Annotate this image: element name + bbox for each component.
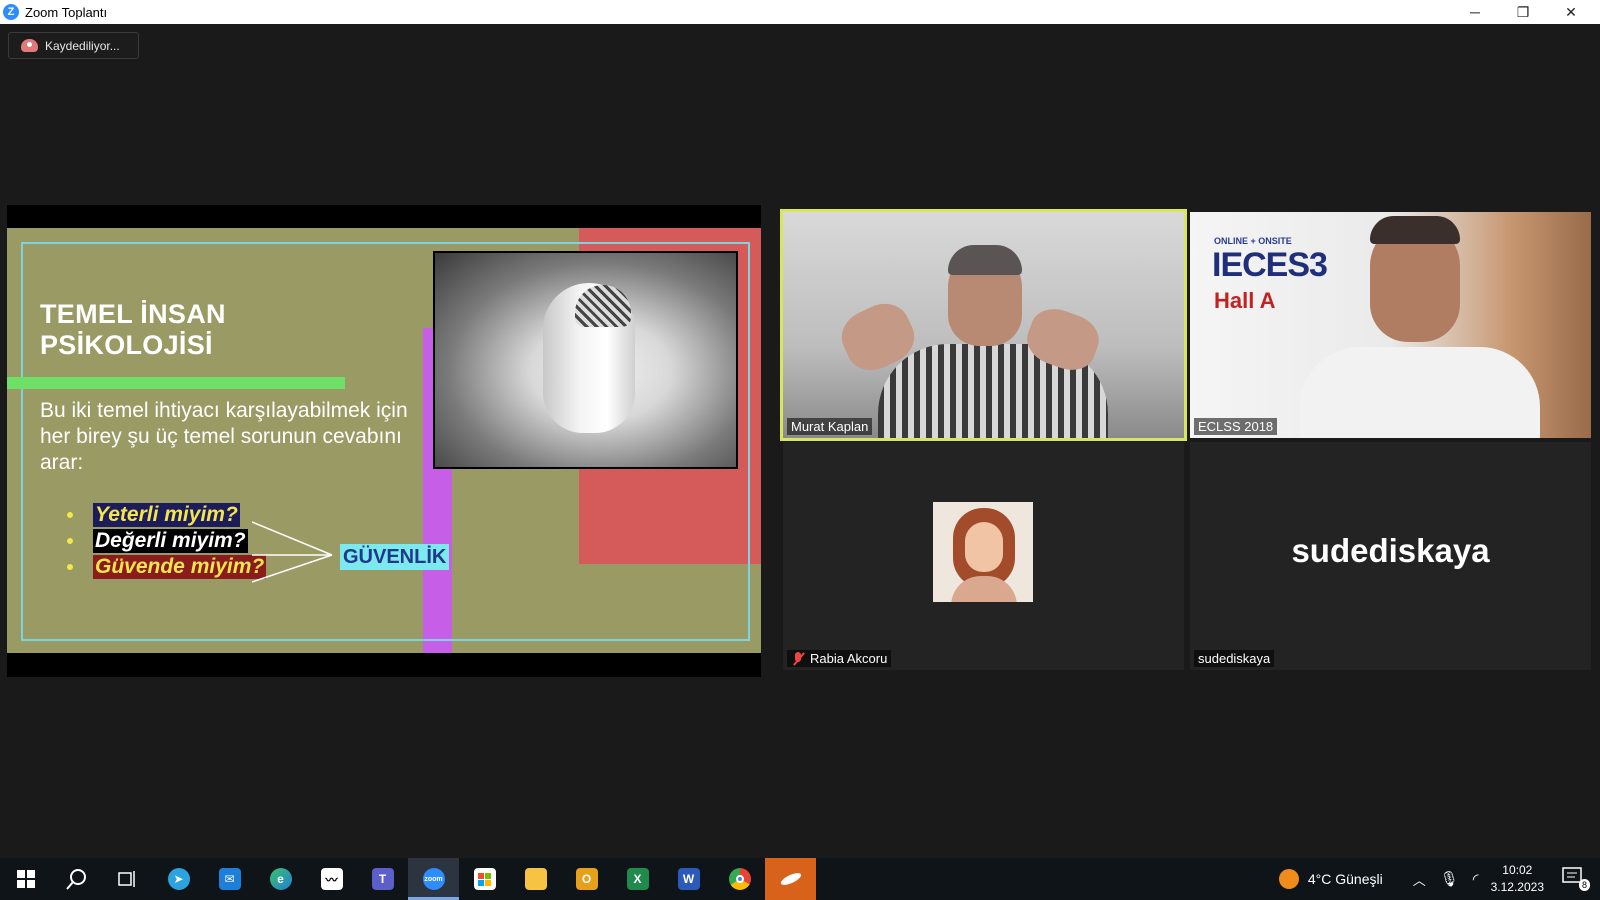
window-title: Zoom Toplantı <box>25 4 108 20</box>
arrows-icon <box>252 521 333 583</box>
explorer-button[interactable] <box>510 858 561 900</box>
telegram-icon: ➤ <box>167 868 190 890</box>
presentation-slide: TEMEL İNSAN PSİKOLOJİSİ Bu iki temel iht… <box>7 228 761 653</box>
task-view-button[interactable] <box>102 858 153 900</box>
mail-icon: ✉ <box>218 868 241 890</box>
mic-muted-icon <box>791 651 805 666</box>
question-3: Güvende miyim? <box>93 555 267 579</box>
slide-green-line <box>7 377 345 389</box>
folder-icon <box>524 868 547 890</box>
participant-name-text: Rabia Akcoru <box>810 651 888 666</box>
participant-tile-rabia[interactable]: Rabia Akcoru <box>783 442 1184 670</box>
stocks-button[interactable]: 〰 <box>306 858 357 900</box>
edge-button[interactable]: e <box>255 858 306 900</box>
weather-text[interactable]: 4°C Güneşli <box>1308 871 1383 887</box>
search-button[interactable] <box>51 858 102 900</box>
zoom-icon: zoom <box>422 868 445 890</box>
avatar-body <box>951 576 1017 602</box>
question-1: Yeterli miyim? <box>93 503 240 527</box>
system-tray: 4°C Güneşli ︿ 🎙 ◜ 10:02 3.12.2023 8 <box>1278 858 1600 900</box>
clock-date: 3.12.2023 <box>1490 880 1544 894</box>
notification-count: 8 <box>1578 879 1590 891</box>
participant-name-text: sudediskaya <box>1198 651 1271 666</box>
shared-screen[interactable]: TEMEL İNSAN PSİKOLOJİSİ Bu iki temel iht… <box>7 205 761 677</box>
participant-name: Rabia Akcoru <box>787 650 892 667</box>
task-view-icon <box>117 871 135 887</box>
participant-name-text: ECLSS 2018 <box>1198 419 1274 434</box>
list-item: Değerli miyim? <box>67 528 266 554</box>
clock[interactable]: 10:02 3.12.2023 <box>1491 862 1544 896</box>
chrome-icon <box>728 868 751 890</box>
participant-display-name: sudediskaya <box>1291 532 1490 569</box>
video-shirt <box>1300 347 1540 438</box>
notifications-button[interactable]: 8 <box>1562 867 1590 891</box>
teams-button[interactable]: T <box>357 858 408 900</box>
title-bar: Z Zoom Toplantı ─ ❐ ✕ <box>0 0 1600 24</box>
slide-body-text: Bu iki temel ihtiyacı karşılayabilmek iç… <box>40 399 408 474</box>
slide-question-list: Yeterli miyim? Değerli miyim? Güvende mi… <box>67 502 267 580</box>
slide-brain-image <box>433 251 738 469</box>
question-2: Değerli miyim? <box>93 529 248 553</box>
chevron-up-icon[interactable]: ︿ <box>1413 870 1426 889</box>
avatar <box>933 502 1033 602</box>
list-item: Güvende miyim? <box>67 554 267 580</box>
maximize-button[interactable]: ❐ <box>1500 0 1546 24</box>
weather-sun-icon <box>1278 869 1299 889</box>
slide-answer-label: GÜVENLİK <box>340 544 450 570</box>
zoom-button[interactable]: zoom <box>408 858 459 900</box>
bullet-icon <box>67 512 73 518</box>
wifi-icon[interactable]: ◜ <box>1473 870 1479 888</box>
participant-name: sudediskaya <box>1194 650 1275 667</box>
windows-icon <box>16 870 35 888</box>
recording-badge[interactable]: Kaydediliyor... <box>8 32 139 59</box>
minimize-button[interactable]: ─ <box>1452 0 1498 24</box>
slide-heading-line1: TEMEL İNSAN <box>40 299 226 329</box>
outlook-button[interactable]: O <box>561 858 612 900</box>
cloud-record-icon <box>21 39 38 52</box>
feather-icon <box>778 868 803 890</box>
word-button[interactable]: W <box>663 858 714 900</box>
recording-label: Kaydediliyor... <box>45 38 120 53</box>
list-item: Yeterli miyim? <box>67 502 266 528</box>
participant-name: ECLSS 2018 <box>1194 418 1278 435</box>
telegram-button[interactable]: ➤ <box>153 858 204 900</box>
app-orange-button[interactable] <box>765 858 816 900</box>
brain-map <box>575 285 631 327</box>
outlook-icon: O <box>575 868 598 890</box>
poster-title: IECES3 <box>1212 246 1328 284</box>
avatar-face <box>965 522 1003 572</box>
taskbar: ➤ ✉ e 〰 T zoom O X W 4°C Güneşli ︿ 🎙 ◜ 1… <box>0 858 1600 900</box>
participant-tile-sudediskaya[interactable]: sudediskaya sudediskaya <box>1190 442 1591 670</box>
teams-icon: T <box>371 868 394 890</box>
word-icon: W <box>677 868 700 890</box>
poster-hall: Hall A <box>1214 288 1276 313</box>
participant-name-text: Murat Kaplan <box>791 419 869 434</box>
participant-name: Murat Kaplan <box>787 418 873 435</box>
bullet-icon <box>67 538 73 544</box>
store-button[interactable] <box>459 858 510 900</box>
close-button[interactable]: ✕ <box>1548 0 1594 24</box>
poster-subtitle: ONLINE + ONSITE <box>1214 236 1292 246</box>
microphone-icon[interactable]: 🎙 <box>1440 870 1459 888</box>
video-hair <box>1370 216 1460 244</box>
edge-icon: e <box>269 868 292 890</box>
slide-heading-line2: PSİKOLOJİSİ <box>40 330 213 360</box>
video-hair <box>948 245 1022 275</box>
mail-button[interactable]: ✉ <box>204 858 255 900</box>
search-icon <box>65 869 86 890</box>
participant-tile-eclss[interactable]: ONLINE + ONSITE IECES3 Hall A ECLSS 2018 <box>1190 212 1591 438</box>
clock-time: 10:02 <box>1502 863 1533 877</box>
slide-heading: TEMEL İNSAN PSİKOLOJİSİ <box>40 299 226 361</box>
excel-icon: X <box>626 868 649 890</box>
stocks-icon: 〰 <box>320 868 343 890</box>
store-icon <box>473 868 496 890</box>
excel-button[interactable]: X <box>612 858 663 900</box>
chrome-button[interactable] <box>714 858 765 900</box>
zoom-logo-icon: Z <box>3 4 19 20</box>
participant-tile-murat[interactable]: Murat Kaplan <box>780 209 1187 441</box>
start-button[interactable] <box>0 858 51 900</box>
bullet-icon <box>67 564 73 570</box>
